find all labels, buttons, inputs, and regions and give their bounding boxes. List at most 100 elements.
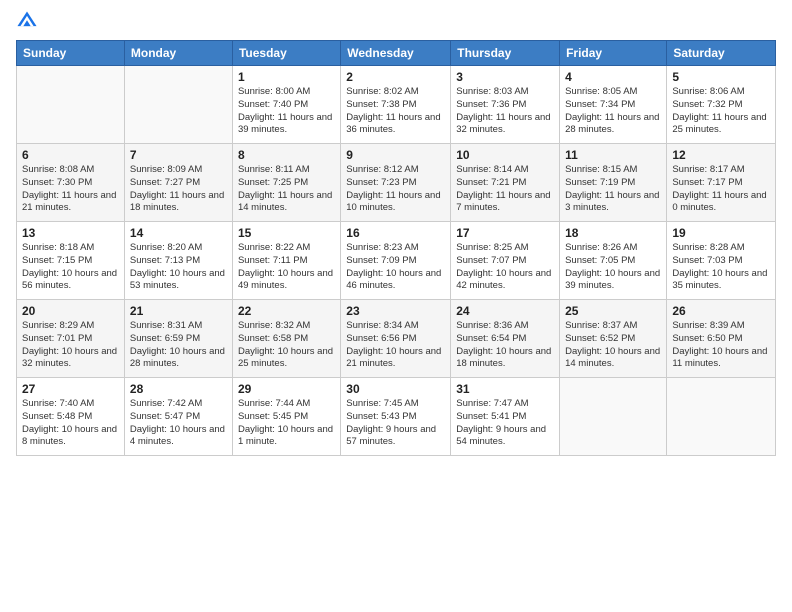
day-info: Sunrise: 8:28 AM Sunset: 7:03 PM Dayligh… xyxy=(672,242,770,293)
day-number: 8 xyxy=(238,148,335,162)
day-info: Sunrise: 8:29 AM Sunset: 7:01 PM Dayligh… xyxy=(22,320,119,371)
calendar-cell: 17 Sunrise: 8:25 AM Sunset: 7:07 PM Dayli… xyxy=(451,222,560,300)
calendar-week-5: 27 Sunrise: 7:40 AM Sunset: 5:48 PM Dayli… xyxy=(17,378,776,456)
calendar-cell: 14Sunrise: 8:20 AM Sunset: 7:13 PM Dayli… xyxy=(124,222,232,300)
day-info: Sunrise: 8:25 AM Sunset: 7:07 PM Dayligh… xyxy=(456,242,554,293)
day-info: Sunrise: 7:42 AM Sunset: 5:47 PM Dayligh… xyxy=(130,398,227,449)
day-number: 27 xyxy=(22,382,119,396)
day-number: 29 xyxy=(238,382,335,396)
calendar-header-row: SundayMondayTuesdayWednesdayThursdayFrid… xyxy=(17,41,776,66)
calendar-cell: 7Sunrise: 8:09 AM Sunset: 7:27 PM Daylig… xyxy=(124,144,232,222)
day-info: Sunrise: 8:39 AM Sunset: 6:50 PM Dayligh… xyxy=(672,320,770,371)
calendar-cell: 18 Sunrise: 8:26 AM Sunset: 7:05 PM Dayli… xyxy=(560,222,667,300)
calendar-cell: 6 Sunrise: 8:08 AM Sunset: 7:30 PM Daylig… xyxy=(17,144,125,222)
calendar-table: SundayMondayTuesdayWednesdayThursdayFrid… xyxy=(16,40,776,456)
day-info: Sunrise: 8:05 AM Sunset: 7:34 PM Dayligh… xyxy=(565,86,661,137)
day-info: Sunrise: 8:12 AM Sunset: 7:23 PM Dayligh… xyxy=(346,164,445,215)
calendar-cell: 1 Sunrise: 8:00 AM Sunset: 7:40 PM Daylig… xyxy=(232,66,340,144)
col-header-thursday: Thursday xyxy=(451,41,560,66)
col-header-monday: Monday xyxy=(124,41,232,66)
day-info: Sunrise: 8:37 AM Sunset: 6:52 PM Dayligh… xyxy=(565,320,661,371)
day-number: 30 xyxy=(346,382,445,396)
day-info: Sunrise: 8:36 AM Sunset: 6:54 PM Dayligh… xyxy=(456,320,554,371)
calendar-cell: 3 Sunrise: 8:03 AM Sunset: 7:36 PM Daylig… xyxy=(451,66,560,144)
calendar-cell xyxy=(17,66,125,144)
day-info: Sunrise: 8:17 AM Sunset: 7:17 PM Dayligh… xyxy=(672,164,770,215)
day-info: Sunrise: 8:03 AM Sunset: 7:36 PM Dayligh… xyxy=(456,86,554,137)
calendar-cell: 25 Sunrise: 8:37 AM Sunset: 6:52 PM Dayli… xyxy=(560,300,667,378)
day-info: Sunrise: 8:00 AM Sunset: 7:40 PM Dayligh… xyxy=(238,86,335,137)
day-info: Sunrise: 8:08 AM Sunset: 7:30 PM Dayligh… xyxy=(22,164,119,215)
col-header-wednesday: Wednesday xyxy=(341,41,451,66)
day-info: Sunrise: 8:22 AM Sunset: 7:11 PM Dayligh… xyxy=(238,242,335,293)
day-info: Sunrise: 8:02 AM Sunset: 7:38 PM Dayligh… xyxy=(346,86,445,137)
page-header xyxy=(16,10,776,32)
col-header-sunday: Sunday xyxy=(17,41,125,66)
day-info: Sunrise: 8:23 AM Sunset: 7:09 PM Dayligh… xyxy=(346,242,445,293)
col-header-friday: Friday xyxy=(560,41,667,66)
logo-icon xyxy=(16,10,38,32)
calendar-cell: 16 Sunrise: 8:23 AM Sunset: 7:09 PM Dayli… xyxy=(341,222,451,300)
day-number: 6 xyxy=(22,148,119,162)
calendar-cell: 21Sunrise: 8:31 AM Sunset: 6:59 PM Dayli… xyxy=(124,300,232,378)
calendar-cell: 22Sunrise: 8:32 AM Sunset: 6:58 PM Dayli… xyxy=(232,300,340,378)
day-number: 22 xyxy=(238,304,335,318)
day-number: 25 xyxy=(565,304,661,318)
calendar-cell: 31 Sunrise: 7:47 AM Sunset: 5:41 PM Dayli… xyxy=(451,378,560,456)
calendar-cell: 30 Sunrise: 7:45 AM Sunset: 5:43 PM Dayli… xyxy=(341,378,451,456)
logo xyxy=(16,10,40,32)
calendar-cell: 10 Sunrise: 8:14 AM Sunset: 7:21 PM Dayli… xyxy=(451,144,560,222)
day-number: 10 xyxy=(456,148,554,162)
day-number: 9 xyxy=(346,148,445,162)
day-info: Sunrise: 8:06 AM Sunset: 7:32 PM Dayligh… xyxy=(672,86,770,137)
calendar-cell: 19 Sunrise: 8:28 AM Sunset: 7:03 PM Dayli… xyxy=(667,222,776,300)
day-info: Sunrise: 8:14 AM Sunset: 7:21 PM Dayligh… xyxy=(456,164,554,215)
day-number: 3 xyxy=(456,70,554,84)
calendar-cell: 9 Sunrise: 8:12 AM Sunset: 7:23 PM Daylig… xyxy=(341,144,451,222)
day-number: 13 xyxy=(22,226,119,240)
calendar-cell xyxy=(667,378,776,456)
day-number: 20 xyxy=(22,304,119,318)
day-number: 15 xyxy=(238,226,335,240)
calendar-cell: 23 Sunrise: 8:34 AM Sunset: 6:56 PM Dayli… xyxy=(341,300,451,378)
day-number: 11 xyxy=(565,148,661,162)
day-info: Sunrise: 7:40 AM Sunset: 5:48 PM Dayligh… xyxy=(22,398,119,449)
day-info: Sunrise: 8:18 AM Sunset: 7:15 PM Dayligh… xyxy=(22,242,119,293)
day-number: 24 xyxy=(456,304,554,318)
day-info: Sunrise: 8:11 AM Sunset: 7:25 PM Dayligh… xyxy=(238,164,335,215)
day-info: Sunrise: 8:34 AM Sunset: 6:56 PM Dayligh… xyxy=(346,320,445,371)
day-number: 28 xyxy=(130,382,227,396)
day-number: 5 xyxy=(672,70,770,84)
calendar-week-2: 6 Sunrise: 8:08 AM Sunset: 7:30 PM Daylig… xyxy=(17,144,776,222)
day-number: 4 xyxy=(565,70,661,84)
day-info: Sunrise: 8:26 AM Sunset: 7:05 PM Dayligh… xyxy=(565,242,661,293)
day-number: 21 xyxy=(130,304,227,318)
day-number: 26 xyxy=(672,304,770,318)
calendar-cell: 24 Sunrise: 8:36 AM Sunset: 6:54 PM Dayli… xyxy=(451,300,560,378)
calendar-cell: 27 Sunrise: 7:40 AM Sunset: 5:48 PM Dayli… xyxy=(17,378,125,456)
calendar-cell: 13 Sunrise: 8:18 AM Sunset: 7:15 PM Dayli… xyxy=(17,222,125,300)
day-number: 17 xyxy=(456,226,554,240)
day-number: 16 xyxy=(346,226,445,240)
day-number: 1 xyxy=(238,70,335,84)
day-number: 18 xyxy=(565,226,661,240)
calendar-cell: 26 Sunrise: 8:39 AM Sunset: 6:50 PM Dayli… xyxy=(667,300,776,378)
calendar-cell: 20 Sunrise: 8:29 AM Sunset: 7:01 PM Dayli… xyxy=(17,300,125,378)
calendar-week-4: 20 Sunrise: 8:29 AM Sunset: 7:01 PM Dayli… xyxy=(17,300,776,378)
calendar-week-3: 13 Sunrise: 8:18 AM Sunset: 7:15 PM Dayli… xyxy=(17,222,776,300)
day-info: Sunrise: 7:45 AM Sunset: 5:43 PM Dayligh… xyxy=(346,398,445,449)
day-number: 12 xyxy=(672,148,770,162)
calendar-cell: 4 Sunrise: 8:05 AM Sunset: 7:34 PM Daylig… xyxy=(560,66,667,144)
day-number: 23 xyxy=(346,304,445,318)
col-header-saturday: Saturday xyxy=(667,41,776,66)
calendar-cell xyxy=(124,66,232,144)
day-info: Sunrise: 7:44 AM Sunset: 5:45 PM Dayligh… xyxy=(238,398,335,449)
day-number: 31 xyxy=(456,382,554,396)
calendar-cell: 15 Sunrise: 8:22 AM Sunset: 7:11 PM Dayli… xyxy=(232,222,340,300)
day-info: Sunrise: 8:15 AM Sunset: 7:19 PM Dayligh… xyxy=(565,164,661,215)
col-header-tuesday: Tuesday xyxy=(232,41,340,66)
day-number: 19 xyxy=(672,226,770,240)
day-info: Sunrise: 7:47 AM Sunset: 5:41 PM Dayligh… xyxy=(456,398,554,449)
day-info: Sunrise: 8:20 AM Sunset: 7:13 PM Dayligh… xyxy=(130,242,227,293)
day-number: 2 xyxy=(346,70,445,84)
